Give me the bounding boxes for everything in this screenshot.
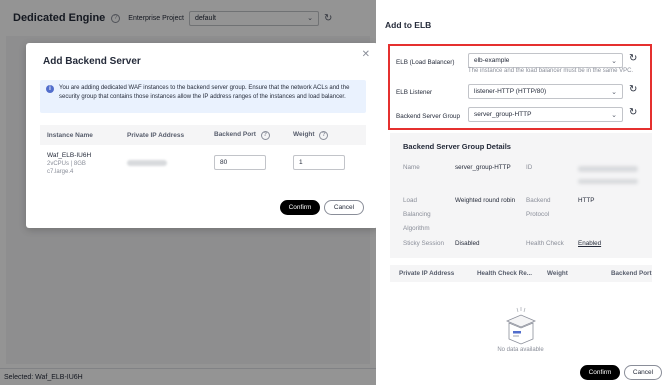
backend-port-cell: 80 [207, 152, 286, 170]
refresh-icon[interactable]: ↻ [629, 53, 637, 64]
help-icon[interactable]: ? [319, 130, 329, 140]
info-notice: i You are adding dedicated WAF instances… [40, 80, 366, 113]
refresh-icon[interactable]: ↻ [629, 84, 637, 95]
backend-servers-table-header: Private IP Address Health Check Re... We… [390, 265, 652, 282]
name-value: server_group-HTTP [455, 164, 511, 171]
table-row: Waf_ELB-IU6H 2vCPUs | 8GB c7.large.4 80 … [40, 145, 366, 187]
backend-protocol-value: HTTP [578, 197, 595, 204]
table-header: Instance Name Private IP Address Backend… [40, 125, 366, 145]
id-label: ID [526, 164, 533, 171]
info-icon: i [46, 85, 54, 93]
column-header: Backend Port [611, 270, 652, 277]
close-icon[interactable]: ✕ [362, 49, 370, 60]
redacted-id [578, 166, 638, 172]
elb-value: elb-example [474, 57, 510, 64]
lb-label: Algorithm [403, 225, 430, 232]
health-check-value[interactable]: Enabled [578, 240, 601, 247]
column-header: Weight [547, 270, 568, 277]
backend-server-table: Instance Name Private IP Address Backend… [40, 125, 366, 187]
column-header: Private IP Address [127, 131, 185, 139]
redacted-ip [127, 160, 167, 166]
backend-protocol-label: Backend [526, 197, 551, 204]
sticky-session-value: Disabled [455, 240, 480, 247]
help-icon[interactable]: ? [260, 130, 270, 140]
details-title: Backend Server Group Details [403, 142, 511, 151]
column-header: Health Check Re... [477, 270, 532, 277]
backend-group-details: Backend Server Group Details Name server… [390, 133, 652, 258]
weight-cell: 1 [286, 152, 366, 170]
backend-group-value: server_group-HTTP [474, 111, 532, 118]
cancel-button[interactable]: Cancel [324, 200, 364, 215]
drawer-title: Add to ELB [385, 20, 432, 30]
column-header: Weight ? [286, 130, 366, 140]
listener-label: ELB Listener [396, 89, 433, 96]
confirm-button[interactable]: Confirm [280, 200, 320, 215]
no-data-text: No data available [497, 347, 544, 353]
dialog-title: Add Backend Server [43, 56, 141, 67]
column-header: Private IP Address [399, 270, 455, 277]
add-to-elb-drawer: Add to ELB ELB (Load Balancer) elb-examp… [376, 0, 665, 385]
cancel-button[interactable]: Cancel [624, 365, 662, 380]
listener-select[interactable]: listener-HTTP (HTTP/80) ⌄ [468, 84, 623, 99]
confirm-button[interactable]: Confirm [580, 365, 620, 380]
private-ip-cell [120, 152, 207, 168]
name-label: Name [403, 164, 420, 171]
backend-group-select[interactable]: server_group-HTTP ⌄ [468, 107, 623, 122]
elb-label: ELB (Load Balancer) [396, 59, 455, 66]
instance-cell: Waf_ELB-IU6H 2vCPUs | 8GB c7.large.4 [40, 152, 120, 176]
listener-value: listener-HTTP (HTTP/80) [474, 88, 547, 95]
column-header: Backend Port ? [207, 130, 286, 140]
lb-value: Weighted round robin [455, 197, 516, 204]
sticky-session-label: Sticky Session [403, 240, 444, 247]
chevron-down-icon: ⌄ [611, 57, 617, 65]
weight-input[interactable]: 1 [293, 155, 345, 170]
backend-protocol-label: Protocol [526, 211, 550, 218]
add-backend-server-dialog: Add Backend Server ✕ i You are adding de… [26, 43, 378, 228]
instance-spec: 2vCPUs | 8GB [47, 161, 86, 167]
chevron-down-icon: ⌄ [611, 111, 617, 119]
backend-group-label: Backend Server Group [396, 113, 461, 120]
refresh-icon[interactable]: ↻ [629, 107, 637, 118]
column-header: Instance Name [47, 131, 93, 139]
empty-box-icon [505, 307, 537, 345]
instance-name: Waf_ELB-IU6H [47, 152, 92, 159]
redacted-id [578, 179, 638, 184]
health-check-label: Health Check [526, 240, 564, 247]
instance-flavor: c7.large.4 [47, 169, 74, 175]
elb-hint: The instance and the load balancer must … [468, 68, 634, 74]
lb-label: Balancing [403, 211, 431, 218]
elb-select[interactable]: elb-example ⌄ [468, 53, 623, 68]
info-text: You are adding dedicated WAF instances t… [59, 85, 350, 100]
chevron-down-icon: ⌄ [611, 88, 617, 96]
backend-port-input[interactable]: 80 [214, 155, 266, 170]
lb-label: Load [403, 197, 418, 204]
